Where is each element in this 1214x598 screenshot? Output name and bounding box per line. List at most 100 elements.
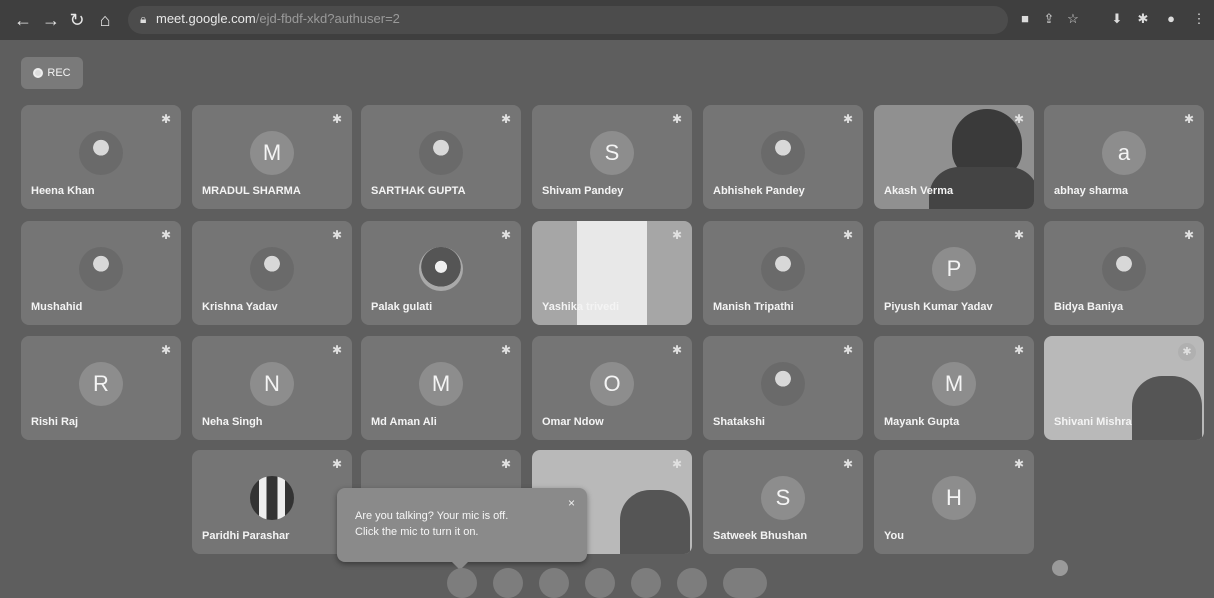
- participant-name: Yashika trivedi: [542, 301, 620, 313]
- participant-tile[interactable]: ✱ Manish Tripathi: [703, 221, 863, 325]
- mic-muted-icon: ✱: [671, 228, 683, 242]
- participant-name: Akash Verma: [884, 185, 954, 197]
- participant-tile[interactable]: ✱ Bidya Baniya: [1044, 221, 1204, 325]
- mic-muted-icon: ✱: [331, 228, 343, 242]
- lock-icon: 🔒︎: [140, 12, 147, 26]
- participant-name: Satweek Bhushan: [713, 530, 808, 542]
- participant-tile[interactable]: H ✱ You: [874, 450, 1034, 554]
- participant-tile[interactable]: R ✱ Rishi Raj: [21, 336, 181, 440]
- participant-name: Krishna Yadav: [202, 301, 278, 313]
- camera-button[interactable]: [493, 568, 523, 598]
- participant-tile[interactable]: a ✱ abhay sharma: [1044, 105, 1204, 209]
- mic-muted-icon: ✱: [1013, 112, 1025, 126]
- participant-tile[interactable]: ✱ Palak gulati: [361, 221, 521, 325]
- arrow-left-icon[interactable]: ←: [12, 9, 34, 31]
- participant-name: Piyush Kumar Yadav: [884, 301, 993, 313]
- captions-button[interactable]: [539, 568, 569, 598]
- mic-muted-icon: ✱: [1013, 228, 1025, 242]
- participant-tile[interactable]: S ✱ Satweek Bhushan: [703, 450, 863, 554]
- profile-icon[interactable]: ●: [1162, 10, 1180, 28]
- participant-name: SARTHAK GUPTA: [371, 185, 466, 197]
- avatar: [761, 362, 805, 406]
- participant-tile[interactable]: M ✱ MRADUL SHARMA: [192, 105, 352, 209]
- participant-tile[interactable]: ✱ Heena Khan: [21, 105, 181, 209]
- participant-name: Mayank Gupta: [884, 416, 960, 428]
- participant-tile[interactable]: O ✱ Omar Ndow: [532, 336, 692, 440]
- participant-tile[interactable]: ✱ Abhishek Pandey: [703, 105, 863, 209]
- leave-call-button[interactable]: [723, 568, 767, 598]
- participant-tile[interactable]: M ✱ Mayank Gupta: [874, 336, 1034, 440]
- mic-muted-icon: ✱: [500, 343, 512, 357]
- mic-muted-icon: ✱: [671, 343, 683, 357]
- mic-muted-icon: ✱: [842, 343, 854, 357]
- url-path: /ejd-fbdf-xkd?authuser=2: [255, 11, 400, 26]
- participant-tile[interactable]: P ✱ Piyush Kumar Yadav: [874, 221, 1034, 325]
- share-icon[interactable]: ⇪: [1040, 10, 1058, 28]
- camera-icon[interactable]: ■: [1016, 10, 1034, 28]
- raise-hand-button[interactable]: [585, 568, 615, 598]
- address-bar[interactable]: 🔒︎ meet.google.com/ejd-fbdf-xkd?authuser…: [128, 6, 1008, 34]
- participant-tile[interactable]: ✱ SARTHAK GUPTA: [361, 105, 521, 209]
- mic-off-notification: × Are you talking? Your mic is off. Clic…: [337, 488, 587, 570]
- star-icon[interactable]: ☆: [1064, 10, 1082, 28]
- participant-tile[interactable]: ✱ Yashika trivedi: [532, 221, 692, 325]
- participant-name: Shivani Mishra: [1054, 416, 1132, 428]
- mic-muted-icon: ✱: [842, 112, 854, 126]
- participant-tile[interactable]: M ✱ Md Aman Ali: [361, 336, 521, 440]
- participant-name: MRADUL SHARMA: [202, 185, 301, 197]
- avatar: [419, 131, 463, 175]
- mic-muted-icon: ✱: [1013, 343, 1025, 357]
- avatar: H: [932, 476, 976, 520]
- participant-name: Palak gulati: [371, 301, 433, 313]
- participant-tile[interactable]: S ✱ Shivam Pandey: [532, 105, 692, 209]
- recording-label: REC: [47, 67, 71, 79]
- participant-count-badge: [1052, 560, 1068, 576]
- participant-tile[interactable]: N ✱ Neha Singh: [192, 336, 352, 440]
- more-options-button[interactable]: [677, 568, 707, 598]
- participant-tile[interactable]: ✱ Akash Verma: [874, 105, 1034, 209]
- participant-name: Md Aman Ali: [371, 416, 437, 428]
- participant-name: Manish Tripathi: [713, 301, 794, 313]
- avatar: M: [419, 362, 463, 406]
- reload-icon[interactable]: ↻: [66, 9, 88, 31]
- avatar: [419, 247, 463, 291]
- avatar: S: [590, 131, 634, 175]
- mic-muted-icon: ✱: [500, 112, 512, 126]
- participant-tile[interactable]: ✱ Shatakshi: [703, 336, 863, 440]
- mic-muted-icon: ✱: [1178, 343, 1196, 361]
- avatar: N: [250, 362, 294, 406]
- participant-name: abhay sharma: [1054, 185, 1128, 197]
- arrow-right-icon[interactable]: →: [40, 9, 62, 31]
- avatar: M: [250, 131, 294, 175]
- avatar: [250, 247, 294, 291]
- avatar: [761, 131, 805, 175]
- participant-name: Rishi Raj: [31, 416, 79, 428]
- avatar: [761, 247, 805, 291]
- close-icon[interactable]: ×: [568, 496, 575, 510]
- mic-muted-icon: ✱: [331, 343, 343, 357]
- mic-muted-icon: ✱: [842, 228, 854, 242]
- present-button[interactable]: [631, 568, 661, 598]
- download-icon[interactable]: ⬇: [1108, 10, 1126, 28]
- video-feed: [620, 490, 690, 554]
- participant-name: Heena Khan: [31, 185, 95, 197]
- participant-tile[interactable]: ✱ Krishna Yadav: [192, 221, 352, 325]
- avatar: [250, 476, 294, 520]
- avatar: P: [932, 247, 976, 291]
- mic-muted-icon: ✱: [1183, 228, 1195, 242]
- mic-muted-icon: ✱: [331, 112, 343, 126]
- home-icon[interactable]: ⌂: [94, 9, 116, 31]
- mic-button[interactable]: [447, 568, 477, 598]
- participant-name: Abhishek Pandey: [713, 185, 805, 197]
- url-host: meet.google.com: [156, 11, 256, 26]
- avatar: S: [761, 476, 805, 520]
- participant-tile[interactable]: ✱ Shivani Mishra: [1044, 336, 1204, 440]
- menu-icon[interactable]: ⋮: [1190, 10, 1208, 28]
- participant-tile[interactable]: ✱ Mushahid: [21, 221, 181, 325]
- avatar: R: [79, 362, 123, 406]
- participant-tile[interactable]: ✱ Paridhi Parashar: [192, 450, 352, 554]
- mic-muted-icon: ✱: [1013, 457, 1025, 471]
- mic-muted-icon: ✱: [1183, 112, 1195, 126]
- participant-name: Shatakshi: [713, 416, 765, 428]
- extensions-icon[interactable]: ✱: [1134, 10, 1152, 28]
